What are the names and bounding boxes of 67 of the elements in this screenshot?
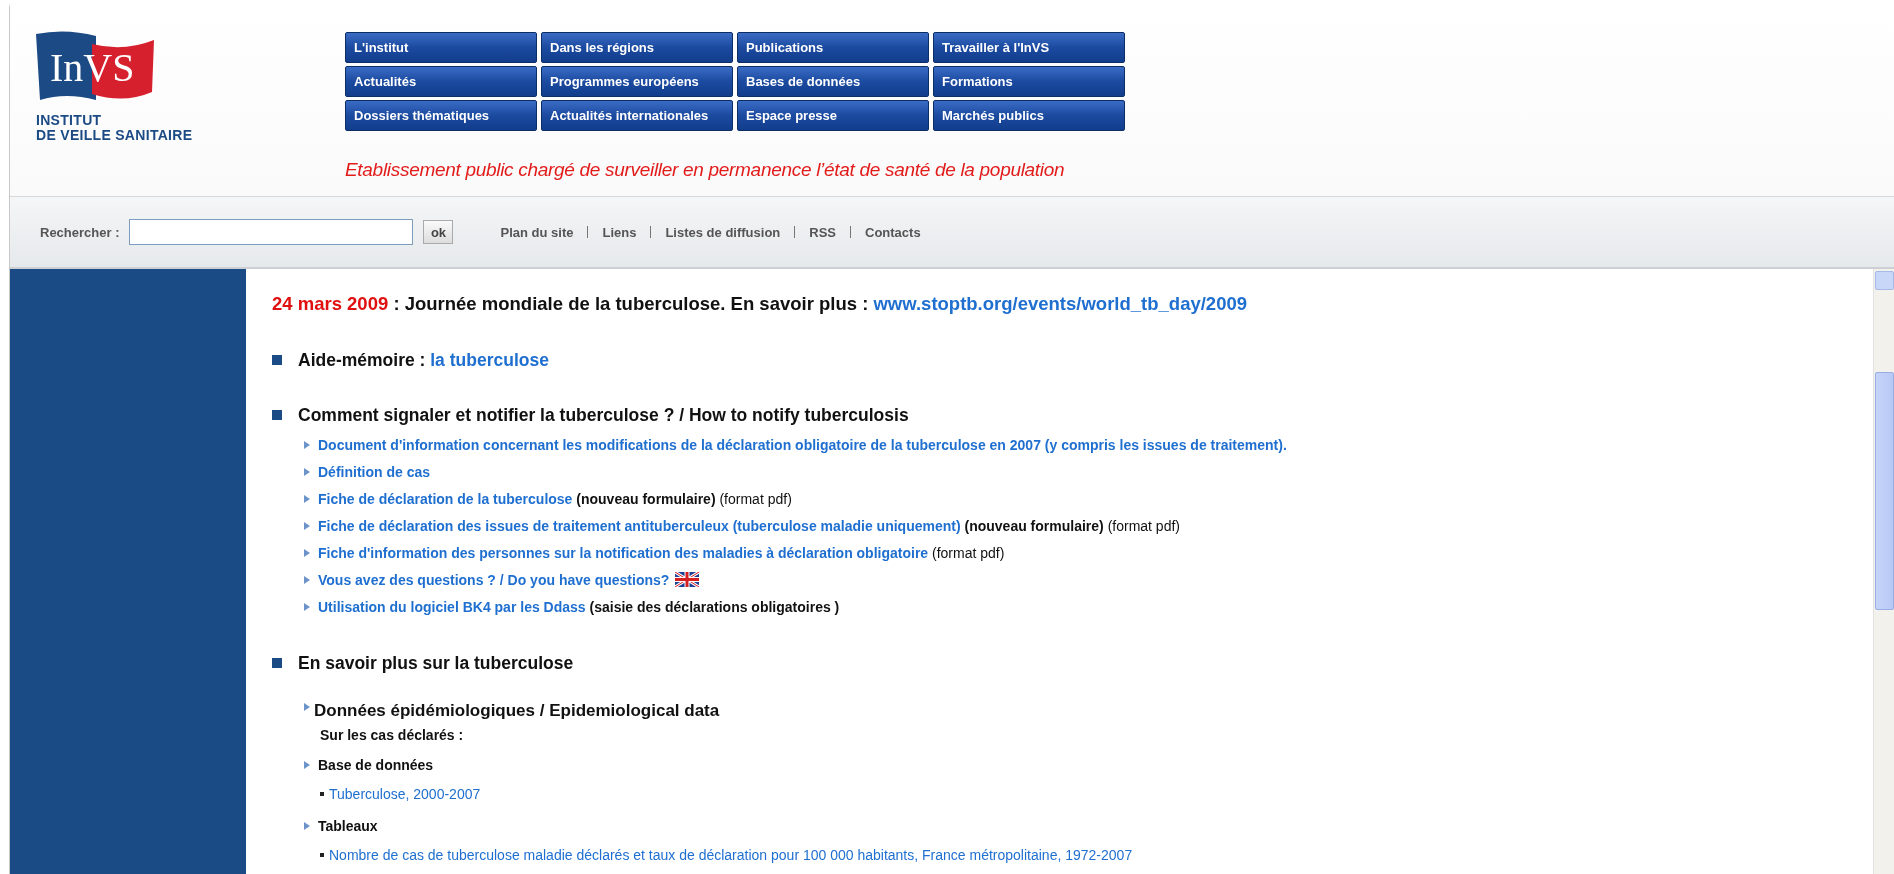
link[interactable]: Fiche de déclaration de la tuberculose [318,490,573,507]
header-link[interactable]: Listes de diffusion [651,224,795,240]
item-text: (format pdf) [718,490,792,507]
item-text: (saisie des déclarations obligatoires ) [588,598,840,615]
arrow-icon [304,602,310,611]
link[interactable]: Fiche de déclaration des issues de traitement antituberculeux (tuberculose maladie uniquement) [318,517,961,534]
link[interactable]: la tuberculose [430,349,549,371]
bullet-icon [320,853,324,857]
logo-name: DE VEILLE SANITAIRE [36,128,194,143]
link[interactable]: Fiche d'information des personnes sur la notification des maladies à déclaration obligatoire [318,544,929,561]
scroll-thumb[interactable] [1875,372,1894,610]
nav-button[interactable]: Dans les régions [541,32,733,63]
header-link[interactable]: Plan du site [500,224,588,240]
nav-button[interactable]: Actualités internationales [541,100,733,131]
nav-button[interactable]: Travailler à l'InVS [933,32,1125,63]
link[interactable]: Utilisation du logiciel BK4 par les Ddass [318,598,586,615]
nav-button[interactable]: Marchés publics [933,100,1125,131]
tagline: Etablissement public chargé de surveiller en permanence l’état de santé de la population [345,159,1066,181]
item-text: (nouveau formulaire) [575,490,716,507]
header-link[interactable]: Liens [588,224,651,240]
square-bullet-icon [272,355,282,365]
nav-button[interactable]: Actualités [345,66,537,97]
date-text: 24 mars 2009 [272,293,389,314]
link[interactable]: Vous avez des questions ? / Do you have questions? [318,571,670,588]
nav-button[interactable]: Publications [737,32,929,63]
arrow-icon [304,548,310,557]
search-label: Rechercher : [40,224,120,240]
search-field[interactable] [129,219,414,245]
arrow-icon [304,467,310,476]
square-bullet-icon [272,410,282,420]
section-title: Aide-mémoire : [298,349,427,371]
link[interactable]: Nombre de cas de tuberculose maladie déclarés et taux de déclaration pour 100 000 habitants, France métropolitaine, 1972-2007 [329,847,1133,863]
square-bullet-icon [272,658,282,668]
logo-name: INSTITUT [36,113,103,128]
arrow-icon [304,494,310,503]
link[interactable]: Document d'information concernant les modifications de la déclaration obligatoire de la tuberculose en 2007 (y compris les issues de traitement). [318,436,1287,453]
item-text: Données épidémiologiques / Epidemiological data [314,701,720,721]
arrow-icon [304,575,310,584]
item-text: (nouveau formulaire) [963,517,1104,534]
announcement-text: : Journée mondiale de la tuberculose. En savoir plus : [392,293,870,314]
scrollbar[interactable] [1873,269,1894,874]
link[interactable]: www.stoptb.org/events/world_tb_day/2009 [873,293,1247,314]
arrow-icon [304,821,310,830]
arrow-icon [304,521,310,530]
arrow-icon [304,703,310,711]
item-text: Sur les cas déclarés : [320,727,464,743]
item-text: (format pdf) [1106,517,1180,534]
bullet-icon [320,792,324,796]
link[interactable]: Définition de cas [318,463,431,480]
arrow-icon [304,440,310,449]
header-link[interactable]: RSS [795,224,850,240]
nav-button[interactable]: Dossiers thématiques [345,100,537,131]
item-text: Tableaux [318,817,378,834]
section-title: En savoir plus sur la tuberculose [298,652,574,674]
item-text: (format pdf) [931,544,1005,561]
nav-button[interactable]: L'institut [345,32,537,63]
item-text: Base de données [318,756,434,773]
ok-button[interactable]: ok [423,220,454,244]
nav-button[interactable]: Programmes européens [541,66,733,97]
header-link[interactable]: Contacts [851,224,935,240]
nav-button[interactable]: Formations [933,66,1125,97]
nav-button[interactable]: Espace presse [737,100,929,131]
section-title: Comment signaler et notifier la tuberculose ? / How to notify tuberculosis [298,404,909,426]
nav-button[interactable]: Bases de données [737,66,929,97]
scroll-up-button[interactable] [1875,271,1894,290]
link[interactable]: Tuberculose, 2000-2007 [329,786,481,802]
arrow-icon [304,760,310,769]
